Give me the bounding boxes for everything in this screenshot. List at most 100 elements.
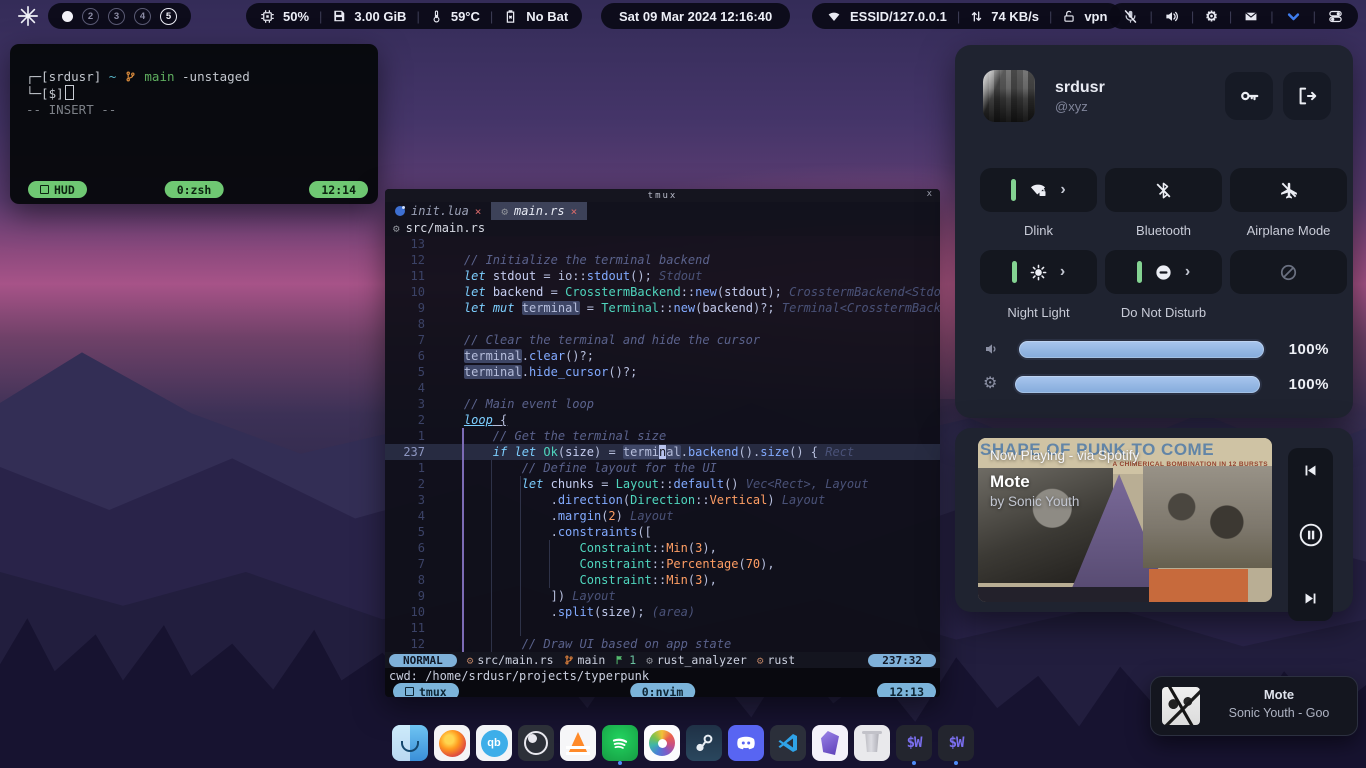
code-line[interactable]: 4 [385,380,940,396]
tmux-window-pill[interactable]: 0:zsh [165,181,224,198]
dock-icon-vlc[interactable] [560,725,596,765]
volume-slider[interactable] [1019,341,1264,358]
tab-main-rs[interactable]: ⚙ main.rs × [491,202,587,220]
line-number: 8 [385,572,435,588]
notification-popup[interactable]: Mote Sonic Youth - Goo [1150,676,1358,736]
code-line[interactable]: 237 if let Ok(size) = terminal.backend()… [385,444,940,460]
tmux-clock-pill: 12:13 [877,683,936,697]
code-area[interactable]: 1312 // Initialize the terminal backend1… [385,236,940,652]
workspace-2[interactable]: 2 [82,8,99,25]
microphone-muted-icon[interactable] [1123,9,1138,24]
code-line[interactable]: 5 .constraints([ [385,524,940,540]
code-line[interactable]: 10 let backend = CrosstermBackend::new(s… [385,284,940,300]
code-line[interactable]: 2 loop { [385,412,940,428]
window-close-button[interactable]: x [927,189,932,199]
dock-icon-sw1[interactable]: $W [896,725,932,765]
memory-icon [332,9,346,23]
cpu-usage: 50% [283,9,309,24]
settings-gear-icon[interactable]: ⚙ [1205,9,1218,23]
flag-icon [615,654,625,666]
previous-track-button[interactable] [1302,462,1319,479]
network-status[interactable]: ESSID/127.0.0.1 | 74 KB/s | vpn [812,3,1121,29]
line-number: 9 [385,588,435,604]
line-number: 10 [385,284,435,300]
line-number: 1 [385,460,435,476]
workspace-4[interactable]: 4 [134,8,151,25]
code-line[interactable]: 3 .direction(Direction::Vertical) Layout [385,492,940,508]
volume-icon[interactable] [1164,9,1180,24]
line-number: 2 [385,476,435,492]
dock-icon-obs[interactable] [518,725,554,765]
clock[interactable]: Sat 09 Mar 2024 12:16:40 [601,3,790,29]
code-line[interactable]: 2 let chunks = Layout::default() Vec<Rec… [385,476,940,492]
notification-title: Mote [1209,687,1349,702]
dock-icon-steam[interactable] [686,725,722,765]
code-line[interactable]: 8 Constraint::Min(3), [385,572,940,588]
code-line[interactable]: 12 // Draw UI based on app state [385,636,940,652]
code-line[interactable]: 1 // Get the terminal size [385,428,940,444]
launcher-icon[interactable] [17,5,39,27]
code-line[interactable]: 3 // Main event loop [385,396,940,412]
lock-keys-button[interactable] [1225,72,1273,120]
tab-close-icon[interactable]: × [475,205,482,218]
toggles-panel-icon[interactable] [1327,9,1344,24]
workspace-5[interactable]: 5 [160,8,177,25]
code-line[interactable]: 9 ]) Layout [385,588,940,604]
code-line[interactable]: 11 [385,620,940,636]
code-line[interactable]: 1 // Define layout for the UI [385,460,940,476]
tmux-window-pill[interactable]: 0:nvim [630,683,696,697]
dock-icon-obsidian[interactable] [812,725,848,765]
dock-icon-sw2[interactable]: $W [938,725,974,765]
code-line[interactable]: 5 terminal.hide_cursor()?; [385,364,940,380]
dock-icon-discord[interactable] [728,725,764,765]
toggle-do-not-disturb[interactable]: › [1105,250,1222,294]
code-line[interactable]: 4 .margin(2) Layout [385,508,940,524]
code-line[interactable]: 10 .split(size); (area) [385,604,940,620]
pause-button[interactable] [1298,522,1324,548]
toggle-airplane-mode[interactable] [1230,168,1347,212]
dock-icon-spotify[interactable] [602,725,638,765]
dock-icon-firefox[interactable] [434,725,470,765]
dock-icon-qbittorrent[interactable]: qb [476,725,512,765]
mail-icon[interactable] [1243,10,1259,23]
tab-init-lua[interactable]: init.lua × [385,202,491,220]
vpn-lock-icon [1062,9,1076,24]
dock-icon-photos[interactable] [644,725,680,765]
blocked-icon [1279,263,1298,282]
tmux-session-pill[interactable]: HUD [28,181,87,198]
toggle-label: Airplane Mode [1230,223,1347,238]
tmux-session-pill[interactable]: tmux [393,683,459,697]
brightness-slider[interactable] [1015,376,1260,393]
lua-file-icon [395,206,405,216]
terminal-window[interactable]: ┌─[srdusr] ~ main -unstaged └─[$] -- INS… [10,44,378,204]
lsp-gear-icon: ⚙ [646,654,653,667]
code-line[interactable]: 11 let stdout = io::stdout(); Stdout [385,268,940,284]
toggle-blocked[interactable] [1230,250,1347,294]
code-line[interactable]: 8 [385,316,940,332]
code-line[interactable]: 6 terminal.clear()?; [385,348,940,364]
code-line[interactable]: 7 Constraint::Percentage(70), [385,556,940,572]
tmux-statusbar: HUD 0:zsh 12:14 [20,181,368,198]
code-line[interactable]: 13 [385,236,940,252]
workspace-3[interactable]: 3 [108,8,125,25]
code-line[interactable]: 6 Constraint::Min(3), [385,540,940,556]
dock-icon-vscode[interactable] [770,725,806,765]
toggle-wifi[interactable]: › [980,168,1097,212]
code-line[interactable]: 12 // Initialize the terminal backend [385,252,940,268]
tmux-clock-pill: 12:14 [309,181,368,198]
workspace-1[interactable] [62,11,73,22]
code-line[interactable]: 7 // Clear the terminal and hide the cur… [385,332,940,348]
chevron-down-icon[interactable] [1285,9,1302,24]
toggle-bluetooth[interactable] [1105,168,1222,212]
toggle-night-light[interactable]: › [980,250,1097,294]
dock-icon-trash[interactable] [854,725,890,765]
active-indicator [1011,179,1016,201]
logout-button[interactable] [1283,72,1331,120]
battery-status: No Bat [526,9,568,24]
tab-close-icon[interactable]: × [571,205,578,218]
editor-window[interactable]: tmux x init.lua × ⚙ main.rs × ⚙ src/main… [385,189,940,697]
dock-icon-files[interactable] [392,725,428,765]
next-track-button[interactable] [1302,590,1319,607]
code-line[interactable]: 9 let mut terminal = Terminal::new(backe… [385,300,940,316]
indent-guide [491,460,492,652]
